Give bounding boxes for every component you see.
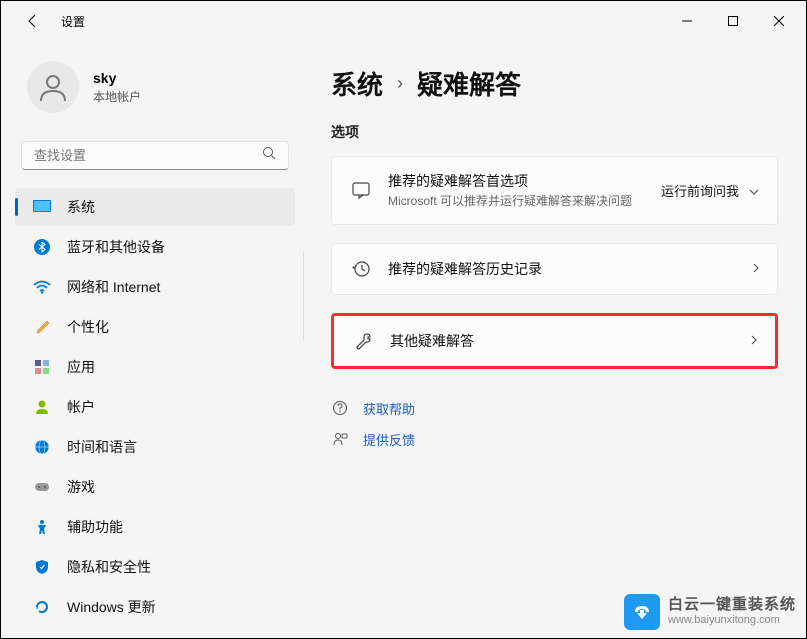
sidebar: sky 本地帐户 系统 蓝牙和其他设备 网络和 Internet [1, 41, 301, 638]
section-title: 选项 [331, 122, 778, 142]
search-icon [262, 146, 276, 165]
titlebar: 设置 [1, 1, 806, 41]
nav-list: 系统 蓝牙和其他设备 网络和 Internet 个性化 应用 帐户 [9, 182, 301, 628]
chevron-down-icon [749, 183, 759, 198]
main-content: 系统 › 疑难解答 选项 推荐的疑难解答首选项 Microsoft 可以推荐并运… [301, 41, 806, 638]
minimize-button[interactable] [664, 5, 710, 37]
nav-label: 帐户 [67, 397, 95, 417]
nav-label: 时间和语言 [67, 437, 137, 457]
apps-icon [33, 358, 51, 376]
nav-system[interactable]: 系统 [15, 188, 295, 226]
get-help-link[interactable]: 获取帮助 [331, 393, 778, 424]
nav-bluetooth[interactable]: 蓝牙和其他设备 [15, 228, 295, 266]
watermark-icon [624, 594, 660, 630]
globe-icon [33, 438, 51, 456]
maximize-button[interactable] [710, 5, 756, 37]
breadcrumb-current: 疑难解答 [417, 65, 521, 102]
card-history[interactable]: 推荐的疑难解答历史记录 [331, 243, 778, 295]
nav-label: 游戏 [67, 477, 95, 497]
accessibility-icon [33, 518, 51, 536]
close-button[interactable] [756, 5, 802, 37]
user-type: 本地帐户 [93, 88, 141, 105]
divider [303, 251, 304, 341]
nav-network[interactable]: 网络和 Internet [15, 268, 295, 306]
update-icon [33, 598, 51, 616]
help-links: 获取帮助 提供反馈 [331, 393, 778, 455]
card-subtitle: Microsoft 可以推荐并运行疑难解答来解决问题 [388, 193, 645, 210]
nav-accessibility[interactable]: 辅助功能 [15, 508, 295, 546]
search-box[interactable] [21, 141, 289, 170]
person-icon [33, 398, 51, 416]
nav-personalization[interactable]: 个性化 [15, 308, 295, 346]
nav-time-language[interactable]: 时间和语言 [15, 428, 295, 466]
card-recommended-preferences[interactable]: 推荐的疑难解答首选项 Microsoft 可以推荐并运行疑难解答来解决问题 运行… [331, 156, 778, 225]
system-icon [33, 198, 51, 216]
history-icon [350, 258, 372, 280]
watermark-url: www.baiyunxitong.com [668, 614, 796, 627]
gamepad-icon [33, 478, 51, 496]
wrench-icon [352, 330, 374, 352]
chevron-right-icon [751, 332, 757, 350]
nav-label: 个性化 [67, 317, 109, 337]
nav-accounts[interactable]: 帐户 [15, 388, 295, 426]
nav-windows-update[interactable]: Windows 更新 [15, 588, 295, 626]
avatar [27, 61, 79, 113]
nav-label: 应用 [67, 357, 95, 377]
nav-privacy[interactable]: 隐私和安全性 [15, 548, 295, 586]
back-button[interactable] [23, 11, 43, 31]
feedback-icon [331, 430, 349, 448]
dropdown-action[interactable]: 运行前询问我 [661, 181, 759, 200]
feedback-link[interactable]: 提供反馈 [331, 424, 778, 455]
breadcrumb: 系统 › 疑难解答 [331, 65, 778, 102]
card-title: 推荐的疑难解答首选项 [388, 171, 645, 191]
nav-label: 隐私和安全性 [67, 557, 151, 577]
nav-apps[interactable]: 应用 [15, 348, 295, 386]
wifi-icon [33, 278, 51, 296]
card-other-troubleshoot[interactable]: 其他疑难解答 [331, 313, 778, 369]
nav-label: 蓝牙和其他设备 [67, 237, 165, 257]
help-icon [331, 399, 349, 417]
user-name: sky [93, 70, 141, 86]
card-title: 推荐的疑难解答历史记录 [388, 259, 737, 279]
watermark: 白云一键重装系统 www.baiyunxitong.com [624, 594, 796, 630]
nav-label: 网络和 Internet [67, 277, 160, 297]
chevron-right-icon: › [397, 73, 403, 94]
shield-icon [33, 558, 51, 576]
nav-label: Windows 更新 [67, 597, 156, 617]
watermark-title: 白云一键重装系统 [668, 596, 796, 614]
search-input[interactable] [34, 148, 262, 163]
nav-gaming[interactable]: 游戏 [15, 468, 295, 506]
breadcrumb-root[interactable]: 系统 [331, 65, 383, 102]
user-block[interactable]: sky 本地帐户 [9, 51, 301, 133]
brush-icon [33, 318, 51, 336]
card-title: 其他疑难解答 [390, 331, 735, 351]
chevron-right-icon [753, 260, 759, 278]
nav-label: 系统 [67, 197, 95, 217]
bluetooth-icon [33, 238, 51, 256]
chat-icon [350, 179, 372, 201]
window-title: 设置 [61, 13, 85, 30]
nav-label: 辅助功能 [67, 517, 123, 537]
